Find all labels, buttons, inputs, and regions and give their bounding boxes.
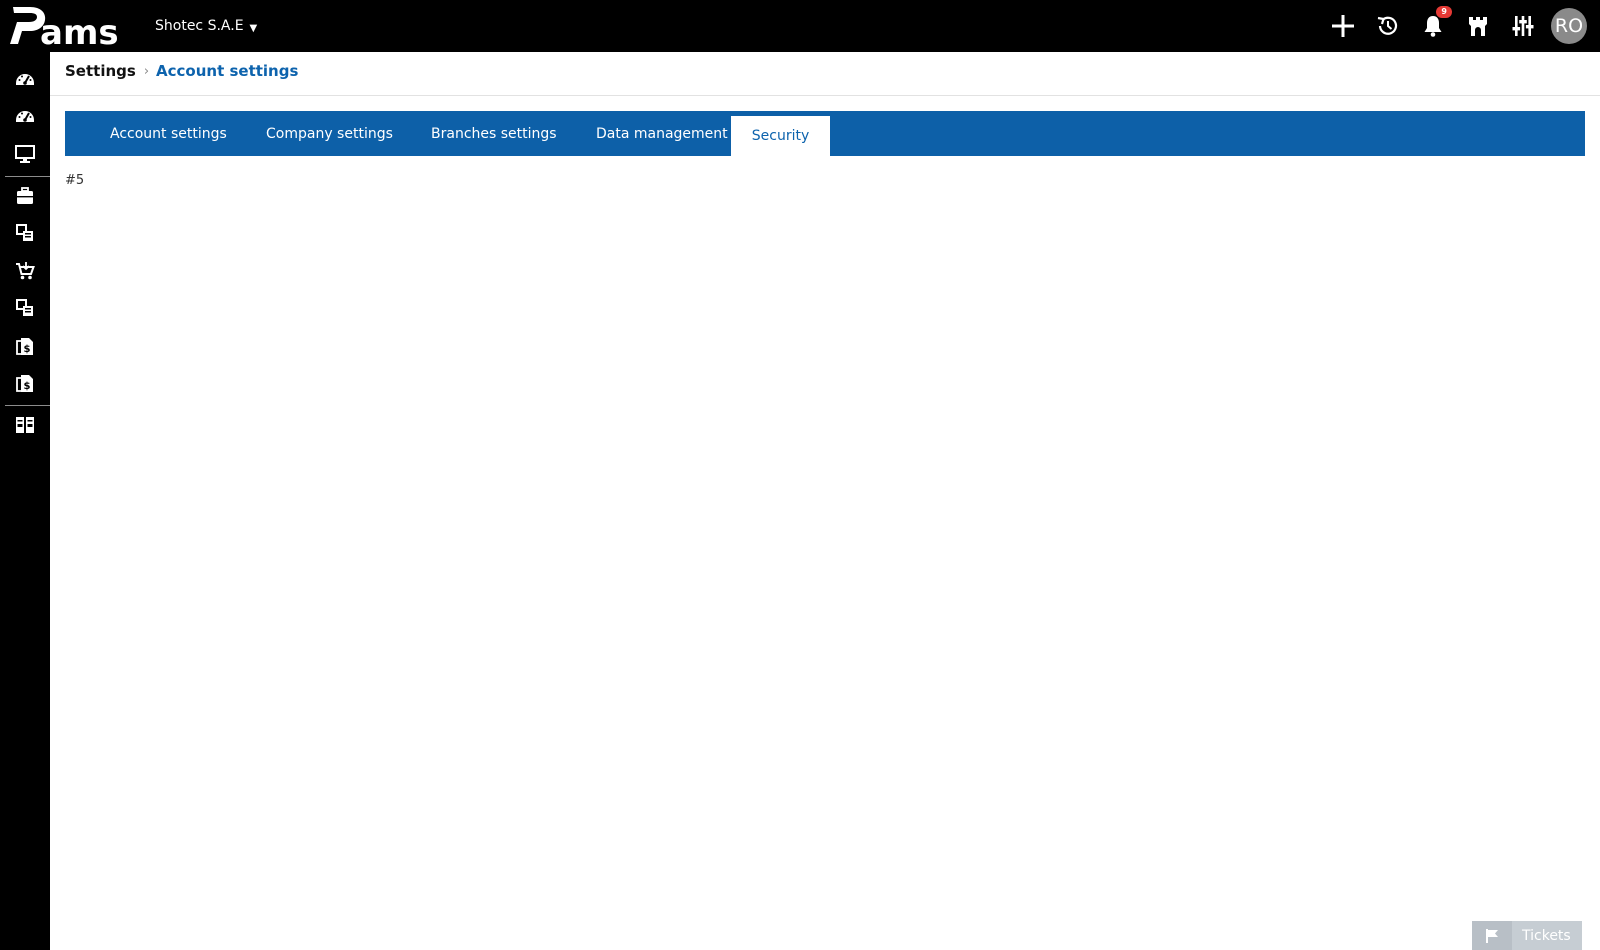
sidebar: $ $ [0,52,50,950]
settings-tab-bar: Account settings Company settings Branch… [65,111,1585,156]
svg-text:ams: ams [40,13,119,46]
invoice-dollar-icon: $ [16,375,33,392]
caret-down-icon: ▼ [249,22,258,34]
sidebar-item-dashboard-2[interactable] [0,98,50,134]
products-icon [16,224,33,241]
products-icon [16,299,33,316]
header-divider [50,95,1600,96]
castle-icon [1469,17,1487,36]
castle-button[interactable] [1461,9,1495,43]
sidebar-item-products-2[interactable] [0,290,50,326]
sidebar-item-monitor[interactable] [0,136,50,172]
sidebar-item-products[interactable] [0,215,50,251]
tab-security[interactable]: Security [731,116,830,156]
tab-account-settings[interactable]: Account settings [110,111,227,156]
sidebar-item-columns[interactable] [0,407,50,443]
user-avatar[interactable]: RO [1551,8,1587,44]
monitor-icon [15,145,35,163]
tab-data-management[interactable]: Data management [596,111,728,156]
sidebar-item-cart[interactable] [0,253,50,289]
history-icon [1377,16,1398,35]
pams-logo-icon: ams [10,7,119,46]
sidebar-item-invoice-2[interactable]: $ [0,365,50,401]
page-content-text: #5 [65,173,85,188]
dashboard-icon [16,111,34,122]
flag-icon [1472,921,1512,950]
company-name: Shotec S.A.E [155,18,244,34]
columns-icon [16,417,34,433]
sidebar-item-dashboard[interactable] [0,61,50,97]
tab-branches-settings[interactable]: Branches settings [431,111,557,156]
invoice-dollar-icon: $ [16,338,33,355]
breadcrumb-current: Account settings [156,62,299,80]
tab-company-settings[interactable]: Company settings [266,111,393,156]
sidebar-separator [5,405,50,406]
chevron-right-icon: › [143,63,150,79]
tickets-button[interactable]: Tickets [1472,921,1582,950]
notifications-button[interactable]: 9 [1416,6,1452,43]
top-actions: 9 RO [1326,0,1600,52]
svg-text:$: $ [24,381,31,392]
add-button[interactable] [1326,9,1360,43]
plus-icon [1332,15,1354,37]
breadcrumb: Settings › Account settings [65,62,298,80]
cart-icon [16,262,35,280]
dashboard-icon [16,74,34,85]
company-selector[interactable]: Shotec S.A.E ▼ [155,18,257,34]
notification-badge: 9 [1436,6,1452,18]
top-bar: ams Shotec S.A.E ▼ 9 RO [0,0,1600,52]
tickets-label: Tickets [1522,927,1571,944]
app-logo[interactable]: ams [10,4,132,46]
sliders-icon [1512,16,1534,36]
settings-sliders-button[interactable] [1506,9,1540,43]
history-button[interactable] [1371,9,1405,43]
sidebar-item-briefcase[interactable] [0,178,50,214]
sidebar-separator [5,176,50,177]
svg-text:$: $ [24,344,31,355]
breadcrumb-root[interactable]: Settings [65,62,136,80]
briefcase-icon [17,187,33,204]
sidebar-item-invoice[interactable]: $ [0,328,50,364]
